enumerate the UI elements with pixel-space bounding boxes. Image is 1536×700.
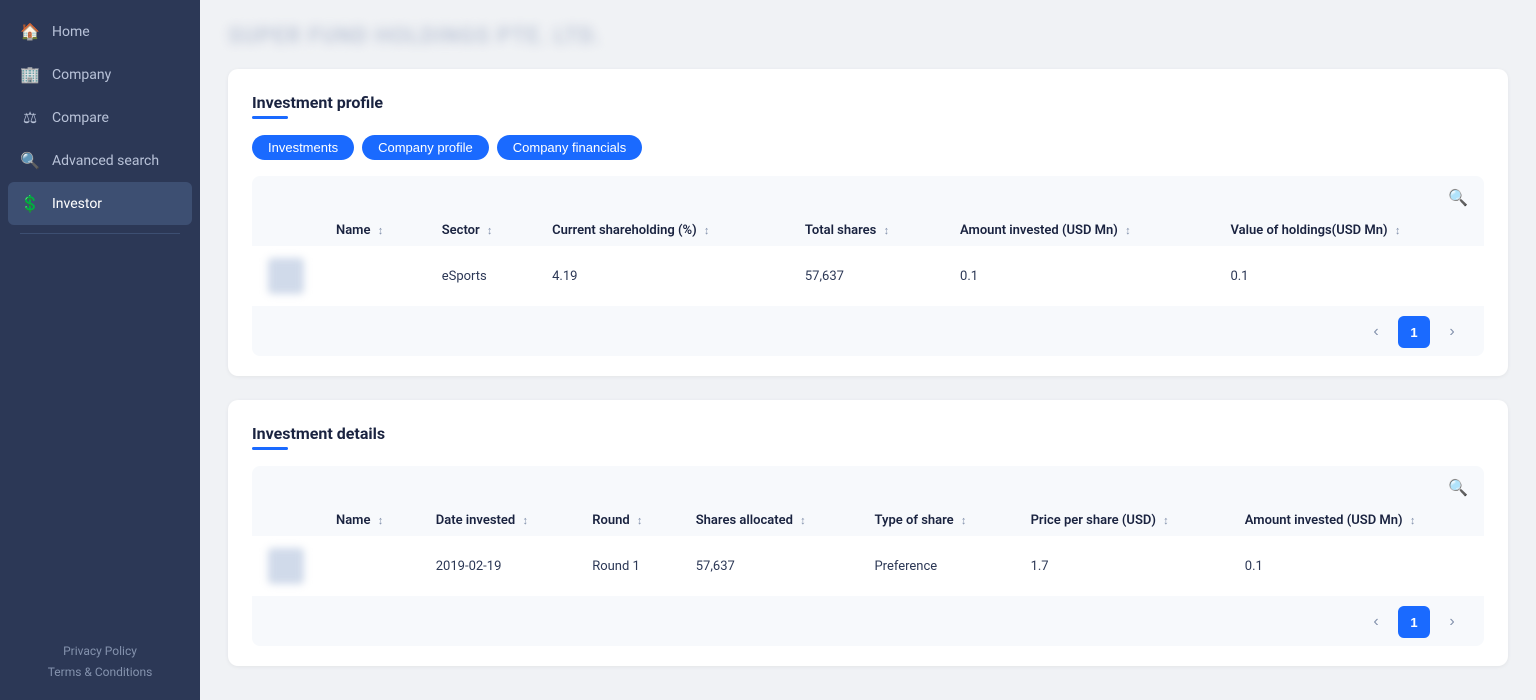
investment-profile-title: Investment profile (252, 93, 1484, 112)
sort-icon-sector[interactable]: ↕ (487, 224, 493, 237)
sidebar-item-label: Compare (52, 110, 109, 126)
investment-profile-table-wrapper: 🔍 Name ↕ Sector ↕ (252, 176, 1484, 356)
details-row-shares-cell: 57,637 (680, 536, 859, 596)
col-name: Name ↕ (320, 215, 426, 246)
details-col-logo (252, 505, 320, 536)
sidebar-item-company[interactable]: 🏢 Company (0, 53, 200, 96)
tab-pills: Investments Company profile Company fina… (252, 135, 1484, 160)
sidebar-divider (20, 233, 180, 234)
sort-icon-d-shares[interactable]: ↕ (800, 514, 806, 527)
pagination-next[interactable]: › (1436, 316, 1468, 348)
sidebar-item-investor[interactable]: 💲 Investor (8, 182, 192, 225)
investment-details-title: Investment details (252, 424, 1484, 443)
sidebar-item-label: Home (52, 24, 90, 40)
terms-conditions-link[interactable]: Terms & Conditions (20, 662, 180, 684)
details-table-row: 2019-02-19 Round 1 57,637 Preference 1.7… (252, 536, 1484, 596)
col-shareholding: Current shareholding (%) ↕ (536, 215, 789, 246)
sort-icon-d-date[interactable]: ↕ (522, 514, 528, 527)
sidebar-item-compare[interactable]: ⚖ Compare (0, 96, 200, 139)
home-icon: 🏠 (20, 22, 40, 41)
investment-details-pagination: ‹ 1 › (252, 596, 1484, 638)
details-col-amount-invested: Amount invested (USD Mn) ↕ (1229, 505, 1484, 536)
table-search-icon[interactable]: 🔍 (1448, 188, 1468, 207)
details-col-price-per-share: Price per share (USD) ↕ (1015, 505, 1229, 536)
details-pagination-page-1[interactable]: 1 (1398, 606, 1430, 638)
sidebar-item-label: Company (52, 67, 111, 83)
company-name: SUPER FUND HOLDINGS PTE. LTD. (228, 24, 1508, 49)
investment-profile-underline (252, 116, 288, 119)
table-search-row: 🔍 (252, 188, 1484, 215)
investment-profile-card: Investment profile Investments Company p… (228, 69, 1508, 376)
company-icon: 🏢 (20, 65, 40, 84)
details-col-date-invested: Date invested ↕ (420, 505, 576, 536)
main-content: SUPER FUND HOLDINGS PTE. LTD. Investment… (200, 0, 1536, 700)
investment-details-table-wrapper: 🔍 Name ↕ Date invested ↕ (252, 466, 1484, 646)
details-row-price-cell: 1.7 (1015, 536, 1229, 596)
compare-icon: ⚖ (20, 108, 40, 127)
pagination-page-1[interactable]: 1 (1398, 316, 1430, 348)
company-logo (268, 258, 304, 294)
investment-details-table: Name ↕ Date invested ↕ Round ↕ Shares (252, 505, 1484, 596)
tab-company-profile[interactable]: Company profile (362, 135, 489, 160)
row-value-holdings-cell: 0.1 (1214, 246, 1484, 306)
search-icon: 🔍 (20, 151, 40, 170)
row-sector-cell: eSports (426, 246, 536, 306)
sort-icon-d-price[interactable]: ↕ (1163, 514, 1169, 527)
details-table-header-row: Name ↕ Date invested ↕ Round ↕ Shares (252, 505, 1484, 536)
col-logo (252, 215, 320, 246)
row-amount-invested-cell: 0.1 (944, 246, 1214, 306)
details-table-search-icon[interactable]: 🔍 (1448, 478, 1468, 497)
row-name-cell (320, 246, 426, 306)
details-col-name: Name ↕ (320, 505, 420, 536)
sort-icon-value-holdings[interactable]: ↕ (1395, 224, 1401, 237)
details-col-shares-allocated: Shares allocated ↕ (680, 505, 859, 536)
details-col-round: Round ↕ (576, 505, 680, 536)
col-total-shares: Total shares ↕ (789, 215, 944, 246)
sort-icon-d-type[interactable]: ↕ (961, 514, 967, 527)
investment-profile-table: Name ↕ Sector ↕ Current shareholding (%)… (252, 215, 1484, 306)
col-amount-invested: Amount invested (USD Mn) ↕ (944, 215, 1214, 246)
tab-company-financials[interactable]: Company financials (497, 135, 642, 160)
sidebar-nav: 🏠 Home 🏢 Company ⚖ Compare 🔍 Advanced se… (0, 10, 200, 625)
details-company-logo (268, 548, 304, 584)
sidebar-item-advanced-search[interactable]: 🔍 Advanced search (0, 139, 200, 182)
pagination-prev[interactable]: ‹ (1360, 316, 1392, 348)
investment-details-underline (252, 447, 288, 450)
sidebar-item-label: Advanced search (52, 153, 159, 169)
details-table-search-row: 🔍 (252, 478, 1484, 505)
sort-icon-d-round[interactable]: ↕ (637, 514, 643, 527)
sidebar: 🏠 Home 🏢 Company ⚖ Compare 🔍 Advanced se… (0, 0, 200, 700)
details-pagination-next[interactable]: › (1436, 606, 1468, 638)
details-row-round-cell: Round 1 (576, 536, 680, 596)
row-total-shares-cell: 57,637 (789, 246, 944, 306)
row-logo-cell (252, 246, 320, 306)
details-row-name-cell (320, 536, 420, 596)
sidebar-footer: Privacy Policy Terms & Conditions (0, 625, 200, 700)
sort-icon-d-amount[interactable]: ↕ (1410, 514, 1416, 527)
col-value-holdings: Value of holdings(USD Mn) ↕ (1214, 215, 1484, 246)
details-pagination-prev[interactable]: ‹ (1360, 606, 1392, 638)
details-row-amount-cell: 0.1 (1229, 536, 1484, 596)
sidebar-item-label: Investor (52, 196, 102, 212)
row-shareholding-cell: 4.19 (536, 246, 789, 306)
tab-investments[interactable]: Investments (252, 135, 354, 160)
col-sector: Sector ↕ (426, 215, 536, 246)
sort-icon-shareholding[interactable]: ↕ (704, 224, 710, 237)
details-row-type-cell: Preference (858, 536, 1014, 596)
privacy-policy-link[interactable]: Privacy Policy (20, 641, 180, 663)
sort-icon-d-name[interactable]: ↕ (378, 514, 384, 527)
investment-details-card: Investment details 🔍 Name ↕ Date investe… (228, 400, 1508, 666)
sort-icon-total-shares[interactable]: ↕ (884, 224, 890, 237)
sort-icon-name[interactable]: ↕ (378, 224, 384, 237)
details-col-type-of-share: Type of share ↕ (858, 505, 1014, 536)
sort-icon-amount-invested[interactable]: ↕ (1125, 224, 1131, 237)
details-row-logo-cell (252, 536, 320, 596)
investor-icon: 💲 (20, 194, 40, 213)
details-row-date-cell: 2019-02-19 (420, 536, 576, 596)
investment-profile-pagination: ‹ 1 › (252, 306, 1484, 348)
sidebar-item-home[interactable]: 🏠 Home (0, 10, 200, 53)
table-row: eSports 4.19 57,637 0.1 0.1 (252, 246, 1484, 306)
table-header-row: Name ↕ Sector ↕ Current shareholding (%)… (252, 215, 1484, 246)
